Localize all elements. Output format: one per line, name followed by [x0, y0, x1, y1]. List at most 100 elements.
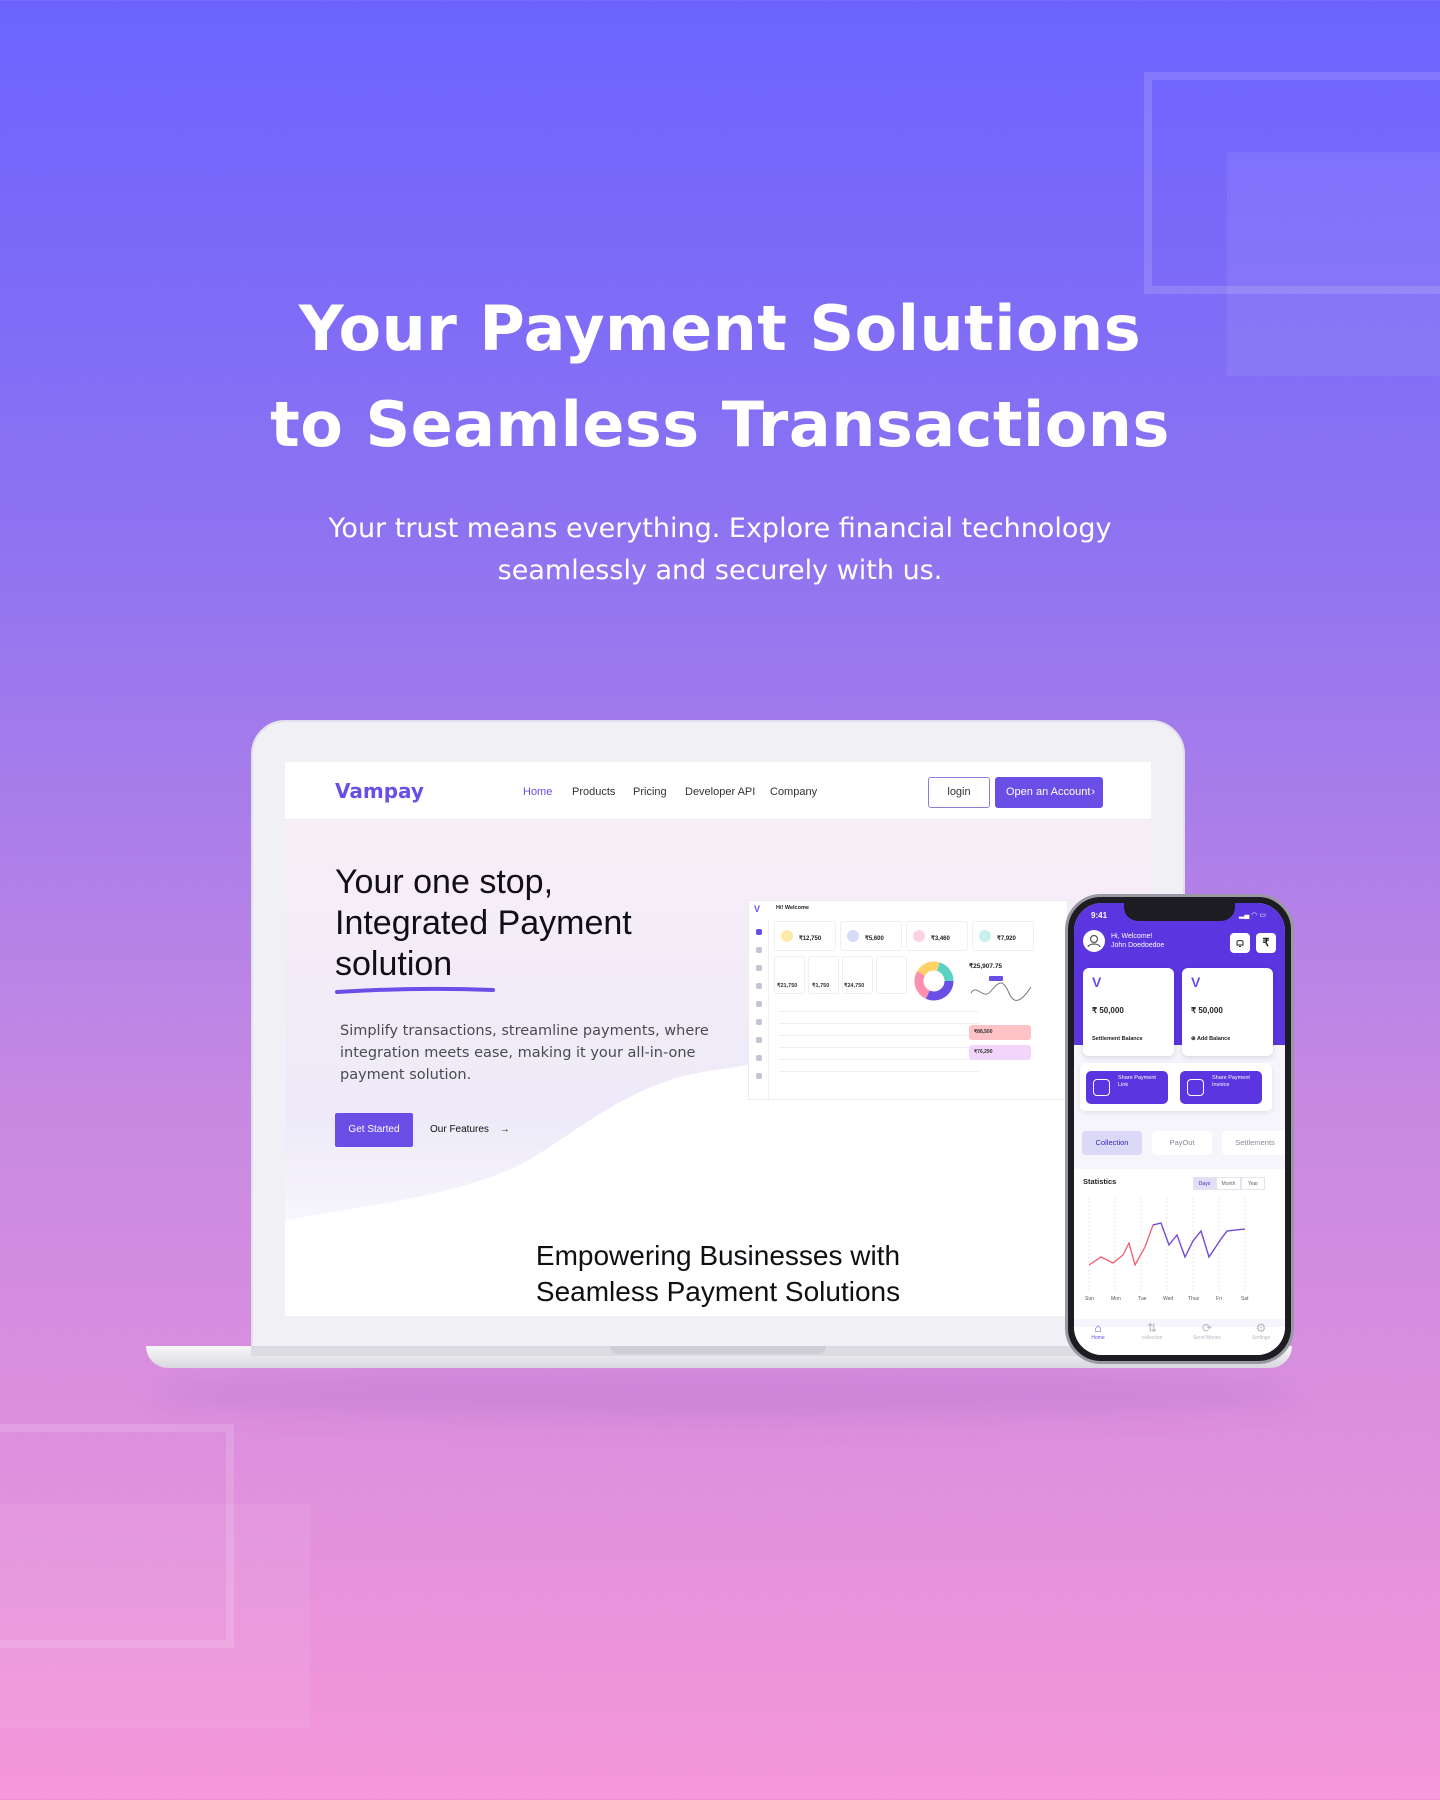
bottom-nav-collection[interactable]: ⇅ collection	[1130, 1321, 1174, 1341]
day-label: Sat	[1241, 1296, 1249, 1302]
statistics-line-chart	[1088, 1197, 1246, 1291]
range-month[interactable]: Month	[1216, 1177, 1241, 1190]
wallet-icon	[756, 947, 762, 953]
day-label: Wed	[1163, 1296, 1174, 1302]
report-icon	[756, 1019, 762, 1025]
laptop-notch	[610, 1346, 826, 1354]
balance-line-chart	[970, 976, 1032, 1001]
bottom-nav-send-money[interactable]: ⟳ Send Money	[1185, 1321, 1229, 1341]
open-account-label: Open an Account	[1006, 786, 1091, 798]
phone-notch	[1124, 903, 1235, 921]
bell-icon[interactable]	[1230, 933, 1250, 953]
dashboard-stat-card	[876, 956, 907, 994]
range-year[interactable]: Year	[1241, 1177, 1265, 1190]
settings-icon: ⚙	[1255, 1321, 1267, 1335]
nav-link-products[interactable]: Products	[572, 786, 615, 798]
nav-link-home[interactable]: Home	[523, 786, 552, 798]
hero-subtitle-line-2: seamlessly and securely with us.	[497, 555, 943, 586]
tab-settlements[interactable]: Settlements	[1222, 1131, 1285, 1155]
donut-chart	[914, 961, 954, 1001]
dashboard-table-row	[779, 1047, 979, 1048]
dashboard-greeting: Hi! Welcome	[776, 905, 809, 911]
headline-underline	[335, 986, 495, 994]
dashboard-logo: V	[754, 904, 761, 914]
arrow-right-icon: →	[499, 1124, 510, 1135]
hero-subtitle-line-1: Your trust means everything. Explore fin…	[328, 513, 1112, 544]
login-button[interactable]: login	[928, 777, 990, 808]
hero-title-line-1: Your Payment Solutions	[298, 292, 1142, 365]
bottom-nav-settings[interactable]: ⚙ Settings	[1239, 1321, 1283, 1341]
account-card-value: ₹88,500	[974, 1029, 993, 1035]
laptop-shadow	[150, 1370, 1300, 1420]
rupee-icon[interactable]: ₹	[1256, 933, 1276, 953]
transfer-icon	[756, 1001, 762, 1007]
add-balance-amount: ₹ 50,000	[1191, 1006, 1223, 1015]
nav-link-pricing[interactable]: Pricing	[633, 786, 667, 798]
settlement-balance-label: Settlement Balance	[1092, 1036, 1143, 1042]
day-label: Thus	[1188, 1296, 1200, 1302]
dashboard-stat-value: ₹1,750	[812, 983, 830, 989]
dashboard-card-payout-value: ₹3,460	[931, 936, 950, 942]
site-description: Simplify transactions, streamline paymen…	[340, 1020, 720, 1086]
settlement-balance-amount: ₹ 50,000	[1092, 1006, 1124, 1015]
add-balance-label: ⊕ Add Balance	[1191, 1036, 1230, 1042]
collection-icon	[847, 930, 859, 942]
our-features-link[interactable]: Our Features →	[430, 1124, 510, 1135]
section-title-line-1: Empowering Businesses with	[535, 1240, 901, 1271]
vampay-mark: V	[1191, 974, 1201, 990]
get-started-button[interactable]: Get Started	[335, 1113, 413, 1147]
dashboard-card-settlement: ₹7,920	[972, 921, 1034, 951]
settlement-icon	[979, 930, 991, 942]
site-headline: Your one stop, Integrated Payment soluti…	[335, 862, 675, 985]
dashboard-card-collection: ₹5,600	[840, 921, 902, 951]
phone-time: 9:41	[1091, 911, 1108, 920]
section-title-line-2: Seamless Payment Solutions	[535, 1276, 901, 1307]
open-account-button[interactable]: Open an Account ›	[995, 777, 1103, 808]
site-headline-line-1: Your one stop,	[335, 863, 554, 901]
bottom-nav-home[interactable]: ⌂ Home	[1076, 1321, 1120, 1341]
account-card-value: ₹76,290	[974, 1049, 993, 1055]
dashboard-card-all-value: ₹12,750	[799, 936, 822, 942]
settlement-balance-card[interactable]: V ₹ 50,000 Settlement Balance	[1083, 968, 1174, 1056]
site-description-line-3: payment solution.	[340, 1067, 472, 1083]
payout-icon	[913, 930, 925, 942]
nav-link-company[interactable]: Company	[770, 786, 817, 798]
tab-collection[interactable]: Collection	[1082, 1131, 1142, 1155]
phone-user-name: John Doedoedoe	[1111, 942, 1165, 949]
avatar[interactable]	[1083, 930, 1105, 952]
transfer-arrows-icon: ⇅	[1146, 1321, 1158, 1335]
vampay-logo[interactable]: Vampay	[335, 779, 424, 803]
hero-title-line-2: to Seamless Transactions	[270, 388, 1170, 461]
user-icon	[756, 965, 762, 971]
site-description-line-1: Simplify transactions, streamline paymen…	[340, 1023, 709, 1039]
site-description-line-2: integration meets ease, making it your a…	[340, 1045, 696, 1061]
coin-icon	[781, 930, 793, 942]
share-payment-invoice-button[interactable]: Share Payment Invoice	[1180, 1071, 1262, 1104]
dashboard-balance: ₹25,907.75	[969, 963, 1003, 970]
dashboard-card-all: ₹12,750	[774, 921, 836, 951]
phone-greeting: Hi, Welcome! John Doedoedoe	[1111, 932, 1164, 950]
bottom-nav-settings-label: Settings	[1251, 1335, 1271, 1341]
dashboard-card-settlement-value: ₹7,920	[997, 936, 1016, 942]
dashboard-card-collection-value: ₹5,600	[865, 936, 884, 942]
tab-payout[interactable]: PayOut	[1152, 1131, 1212, 1155]
dashboard-sidebar	[749, 919, 769, 1101]
dashboard-table-header	[779, 1011, 979, 1012]
bank-icon	[756, 983, 762, 989]
chevron-right-icon: ›	[1091, 786, 1095, 798]
link-icon	[756, 1037, 762, 1043]
range-days[interactable]: Days	[1193, 1177, 1216, 1190]
send-money-icon: ⟳	[1201, 1321, 1213, 1335]
day-label: Fri	[1216, 1296, 1222, 1302]
user-icon	[1087, 934, 1101, 948]
phone-screen: 9:41 ▂▄ ◠ ▭ Hi, Welcome! John Doedoedoe …	[1074, 903, 1285, 1355]
dashboard-table-row	[779, 1023, 979, 1024]
statistics-panel: Statistics Days Month Year Sun Mon Tue W…	[1074, 1169, 1285, 1319]
home-icon: ⌂	[1094, 1321, 1102, 1335]
bottom-nav-collection-label: collection	[1141, 1335, 1163, 1341]
nav-link-developer-api[interactable]: Developer API	[685, 786, 755, 798]
share-payment-link-button[interactable]: Share Payment Link	[1086, 1071, 1168, 1104]
laptop-screen: Vampay Home Products Pricing Developer A…	[285, 762, 1151, 1316]
add-balance-card[interactable]: V ₹ 50,000 ⊕ Add Balance	[1182, 968, 1273, 1056]
site-headline-line-3: solution	[335, 945, 453, 983]
